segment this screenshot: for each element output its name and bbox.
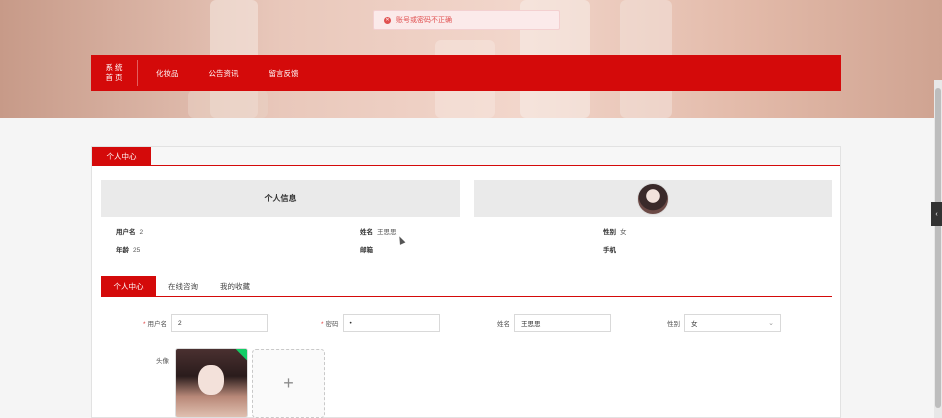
info-name-label: 姓名 [360,229,373,236]
avatar-upload-label: 头像 [156,358,169,365]
nav-item-cosmetics[interactable]: 化妆品 [155,68,180,79]
name-field: 姓名 王思思 [497,314,611,332]
info-email-label: 邮箱 [360,247,373,254]
gender-select[interactable]: 女 ⌄ [684,314,781,332]
gender-field: 性别 女 ⌄ [667,314,781,332]
info-email: 邮箱 [360,244,377,254]
sub-tabs: 个人中心 在线咨询 我的收藏 [101,276,832,297]
nav-home-line1: 系 统 [105,63,123,72]
panel-header: 个人中心 [92,147,840,166]
info-gender: 性别女 [603,226,627,236]
info-phone-label: 手机 [603,247,616,254]
scrollbar-thumb[interactable] [935,88,941,408]
side-drawer-handle[interactable]: ‹ [931,202,942,226]
info-username: 用户名 2 [116,226,143,236]
username-label-text: 用户名 [147,321,168,328]
password-label-text: 密码 [325,321,339,328]
password-field: * 密码 • [321,314,440,332]
gender-label: 性别 [667,321,680,328]
avatar [637,182,669,215]
info-title: 个人信息 [264,194,297,203]
error-circle-icon: ✕ [384,16,391,24]
nav-home[interactable]: 系 统 首 页 [91,60,138,86]
username-field: * 用户名 2 [143,314,269,332]
info-username-value: 2 [139,229,144,236]
tab-online-consult[interactable]: 在线咨询 [157,276,209,296]
avatar-thumbnail[interactable] [175,348,248,418]
chevron-left-icon: ‹ [935,210,938,218]
avatar-upload-button[interactable]: + [252,349,325,418]
info-age-value: 25 [133,247,141,254]
gender-select-value: 女 [691,321,698,328]
nav-item-news[interactable]: 公告资讯 [208,68,240,79]
tab-my-favorites[interactable]: 我的收藏 [209,276,261,296]
toast-message: 账号或密码不正确 [396,17,452,24]
info-phone: 手机 [603,244,620,254]
info-username-label: 用户名 [116,229,136,236]
upload-success-icon [235,349,247,361]
info-age-label: 年龄 [116,247,129,254]
info-title-box: 个人信息 [101,180,460,217]
main-nav: 系 统 首 页 化妆品 公告资讯 留言反馈 [91,55,841,91]
name-label: 姓名 [497,321,510,328]
tab-personal-center[interactable]: 个人中心 [101,276,156,296]
avatar-box [474,180,832,217]
scrollbar[interactable] [934,80,942,418]
password-label: * 密码 [321,321,339,328]
info-name-value: 王思思 [377,229,397,236]
chevron-down-icon: ⌄ [768,320,774,327]
avatar-face [198,365,224,395]
info-gender-label: 性别 [603,229,616,236]
username-input[interactable]: 2 [171,314,269,332]
nav-item-feedback[interactable]: 留言反馈 [268,68,300,79]
name-input[interactable]: 王思思 [514,314,611,332]
password-input[interactable]: • [342,314,440,332]
nav-home-line2: 首 页 [105,73,123,82]
info-age: 年龄 25 [116,244,140,254]
info-gender-value: 女 [620,229,627,236]
username-label: * 用户名 [143,321,168,328]
panel-title-tab[interactable]: 个人中心 [92,147,151,166]
plus-icon: + [283,373,294,393]
info-name: 姓名 王思思 [360,226,397,236]
banner-bottle [188,90,268,118]
error-toast: ✕ 账号或密码不正确 [373,10,560,30]
